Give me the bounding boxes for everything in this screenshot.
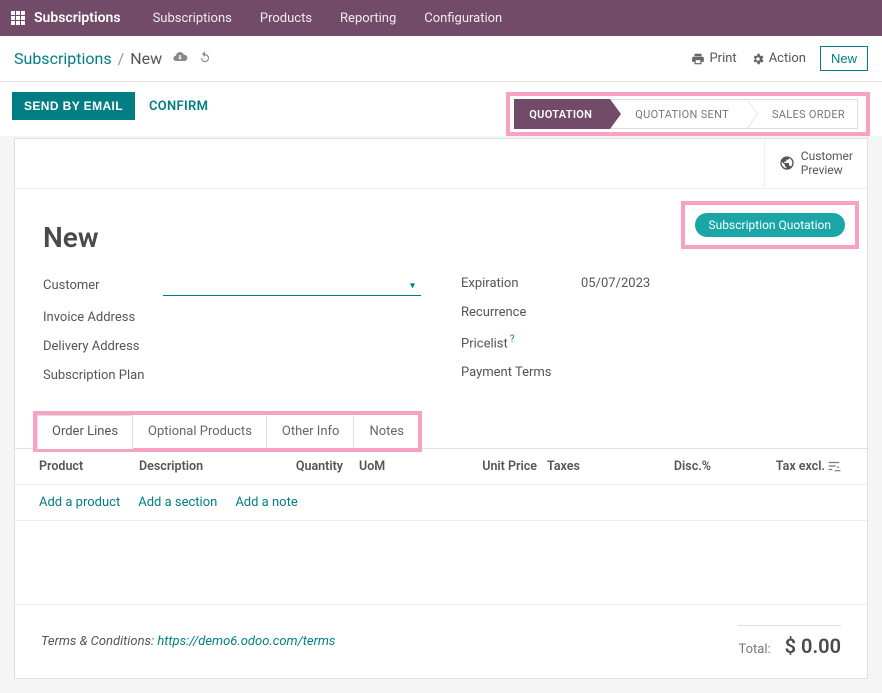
customer-preview-button[interactable]: Customer Preview (764, 139, 867, 188)
col-unit-price: Unit Price (437, 459, 537, 474)
menu-configuration[interactable]: Configuration (414, 7, 512, 30)
status-row: SEND BY EMAIL CONFIRM QUOTATION QUOTATIO… (0, 82, 882, 136)
pricelist-help-icon[interactable]: ? (510, 334, 515, 345)
label-recurrence: Recurrence (461, 305, 581, 320)
breadcrumb: Subscriptions / New (14, 49, 162, 68)
table-header: Product Description Quantity UoM Unit Pr… (15, 449, 867, 485)
app-name[interactable]: Subscriptions (34, 10, 121, 26)
totals: Total: $ 0.00 (738, 625, 841, 658)
confirm-button[interactable]: CONFIRM (149, 99, 208, 114)
col-description: Description (139, 459, 269, 474)
menu-reporting[interactable]: Reporting (330, 7, 406, 30)
stage-highlight: QUOTATION QUOTATION SENT SALES ORDER (506, 92, 870, 136)
label-pricelist: Pricelist? (461, 334, 581, 351)
stage-quotation-sent[interactable]: QUOTATION SENT (610, 99, 747, 129)
customer-preview-line2: Preview (801, 163, 853, 177)
stage-quotation[interactable]: QUOTATION (514, 99, 610, 129)
col-disc: Disc.% (621, 459, 711, 474)
main-menu-bar: Subscriptions Subscriptions Products Rep… (0, 0, 882, 36)
send-by-email-button[interactable]: SEND BY EMAIL (12, 92, 135, 120)
line-action-row: Add a product Add a section Add a note (15, 485, 867, 521)
dropdown-caret-icon[interactable]: ▾ (410, 280, 415, 291)
action-label: Action (769, 51, 806, 66)
subscription-quotation-badge: Subscription Quotation (695, 213, 845, 237)
print-button[interactable]: Print (691, 51, 736, 66)
terms-conditions: Terms & Conditions: https://demo6.odoo.c… (41, 634, 335, 649)
add-product-link[interactable]: Add a product (39, 495, 120, 510)
add-note-link[interactable]: Add a note (235, 495, 297, 510)
left-fields: Customer ▾ Invoice Address Delivery Addr… (43, 276, 421, 397)
label-delivery-address: Delivery Address (43, 339, 163, 354)
tab-notes[interactable]: Notes (354, 415, 418, 448)
col-tax-excl: Tax excl. (735, 459, 825, 474)
toolbar-row: Subscriptions / New Print Action New (0, 36, 882, 82)
col-product: Product (39, 459, 139, 474)
breadcrumb-sep: / (118, 49, 125, 68)
customer-input[interactable] (163, 276, 421, 296)
tab-other-info[interactable]: Other Info (267, 415, 355, 448)
label-expiration: Expiration (461, 276, 581, 291)
col-taxes: Taxes (537, 459, 597, 474)
form-sheet: Customer Preview Subscription Quotation … (14, 138, 868, 679)
breadcrumb-current: New (130, 49, 162, 68)
sheet-footer: Terms & Conditions: https://demo6.odoo.c… (15, 605, 867, 678)
terms-link[interactable]: https://demo6.odoo.com/terms (157, 634, 335, 649)
label-invoice-address: Invoice Address (43, 310, 163, 325)
total-value: $ 0.00 (785, 634, 841, 658)
apps-icon[interactable] (10, 10, 26, 26)
total-label: Total: (738, 642, 770, 657)
breadcrumb-root[interactable]: Subscriptions (14, 49, 112, 68)
empty-rows (15, 521, 867, 605)
label-subscription-plan: Subscription Plan (43, 368, 163, 383)
tabs-highlight: Order Lines Optional Products Other Info… (33, 411, 422, 452)
stage-bar: QUOTATION QUOTATION SENT SALES ORDER (514, 99, 862, 129)
print-label: Print (709, 51, 736, 66)
stage-sales-order[interactable]: SALES ORDER (747, 99, 858, 129)
customer-preview-line1: Customer (801, 149, 853, 163)
cloud-save-icon[interactable] (172, 49, 188, 69)
discard-icon[interactable] (198, 50, 212, 68)
tab-order-lines[interactable]: Order Lines (37, 415, 133, 449)
label-payment-terms: Payment Terms (461, 365, 581, 380)
column-settings-icon[interactable] (825, 459, 843, 473)
tab-optional-products[interactable]: Optional Products (133, 415, 267, 448)
right-fields: Expiration 05/07/2023 Recurrence Priceli… (461, 276, 839, 397)
col-quantity: Quantity (269, 459, 343, 474)
subscription-quotation-highlight: Subscription Quotation (681, 201, 859, 249)
col-uom: UoM (343, 459, 413, 474)
new-button[interactable]: New (820, 46, 868, 71)
menu-subscriptions[interactable]: Subscriptions (143, 7, 242, 30)
order-lines-table: Product Description Quantity UoM Unit Pr… (15, 448, 867, 605)
menu-products[interactable]: Products (250, 7, 322, 30)
terms-label: Terms & Conditions: (41, 634, 157, 649)
add-section-link[interactable]: Add a section (138, 495, 217, 510)
action-button[interactable]: Action (751, 51, 806, 66)
expiration-value[interactable]: 05/07/2023 (581, 276, 839, 291)
label-customer: Customer (43, 278, 163, 293)
